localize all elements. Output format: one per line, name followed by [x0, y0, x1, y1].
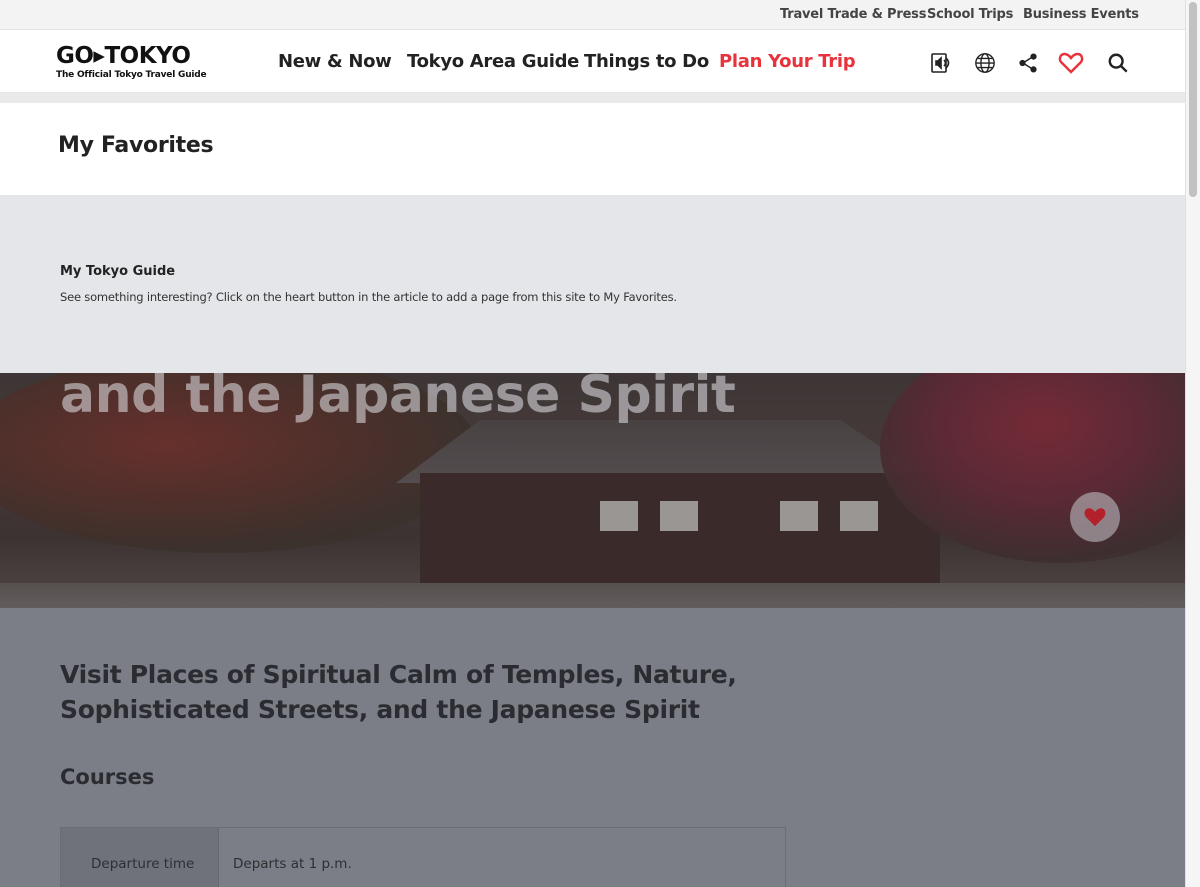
table-header-cell: Departure time: [61, 828, 219, 887]
courses-heading: Courses: [60, 765, 155, 789]
nav-things-to-do[interactable]: Things to Do: [584, 51, 709, 72]
globe-icon[interactable]: [972, 50, 998, 76]
scrollbar-thumb[interactable]: [1189, 2, 1197, 197]
page-title: My Favorites: [58, 133, 214, 158]
article-section: Visit Places of Spiritual Calm of Temple…: [0, 608, 1185, 887]
site-logo[interactable]: GO▸TOKYO The Official Tokyo Travel Guide: [56, 43, 207, 83]
utility-link-business-events[interactable]: Business Events: [1023, 7, 1139, 22]
favorites-description: See something interesting? Click on the …: [60, 290, 677, 304]
header-divider: [0, 93, 1185, 103]
table-cell: Departs at 1 p.m.: [219, 828, 785, 887]
search-icon[interactable]: [1105, 50, 1131, 76]
heart-icon[interactable]: [1058, 50, 1084, 76]
share-icon[interactable]: [1015, 50, 1041, 76]
departure-time-value: Departs at 1 p.m.: [233, 856, 352, 872]
departure-time-label: Departure time: [91, 856, 195, 872]
favorites-heading: My Tokyo Guide: [60, 264, 176, 279]
audio-guide-icon[interactable]: [928, 50, 954, 76]
page-scrollbar[interactable]: [1185, 0, 1200, 887]
hero-title: and the Japanese Spirit: [60, 373, 736, 425]
utility-bar: Travel Trade & Press School Trips Busine…: [0, 0, 1185, 30]
logo-wordmark: GO▸TOKYO: [56, 43, 191, 69]
nav-new-and-now[interactable]: New & Now: [278, 51, 392, 72]
nav-plan-your-trip[interactable]: Plan Your Trip: [719, 51, 856, 72]
logo-tagline: The Official Tokyo Travel Guide: [56, 70, 207, 80]
nav-tokyo-area-guide[interactable]: Tokyo Area Guide: [407, 51, 579, 72]
main-header: GO▸TOKYO The Official Tokyo Travel Guide…: [0, 31, 1185, 93]
utility-link-travel-trade[interactable]: Travel Trade & Press: [780, 7, 926, 22]
utility-link-school-trips[interactable]: School Trips: [927, 7, 1013, 22]
page-title-band: My Favorites: [0, 103, 1185, 195]
heart-filled-icon: [1084, 508, 1106, 527]
article-title: Visit Places of Spiritual Calm of Temple…: [60, 660, 737, 724]
favorites-panel: My Tokyo Guide See something interesting…: [0, 195, 1185, 373]
hero-image: and the Japanese Spirit: [0, 373, 1185, 608]
course-table: Departure time Departs at 1 p.m.: [60, 827, 786, 887]
add-favorite-button[interactable]: [1070, 492, 1120, 542]
